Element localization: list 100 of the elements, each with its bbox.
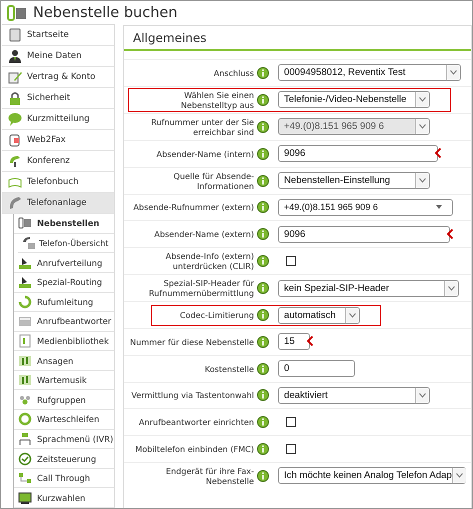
info-icon[interactable]: [257, 174, 269, 187]
chevron-down-icon: [419, 178, 426, 184]
sidebar-item[interactable]: Anrufverteilung: [14, 253, 114, 273]
field-label: Spezial-SIP-Header für Rufnummernübermittlung: [148, 278, 254, 298]
sidebar-item[interactable]: Sprachmenü (IVR): [14, 430, 114, 450]
chevron-down-icon: [456, 473, 463, 478]
field-label: Rufnummer unter der Sie erreichbar sind: [150, 116, 254, 137]
field-label: Absender-Name (extern): [153, 229, 254, 240]
dropdown[interactable]: kein Spezial-SIP-Header: [278, 280, 459, 297]
sidebar-item[interactable]: Rufumleitung: [14, 292, 114, 312]
dropdown[interactable]: deaktiviert: [278, 386, 430, 404]
field-label: Quelle für Absende-Informationen: [172, 170, 254, 191]
sidebar-item[interactable]: Startseite: [2, 25, 114, 46]
sidebar-item[interactable]: Medienbibliothek: [14, 332, 114, 352]
chevron-down-icon: [349, 312, 356, 318]
sidebar-item[interactable]: Wartemusik: [14, 370, 114, 390]
music-icon: [18, 373, 32, 388]
dropdown[interactable]: automatisch: [278, 306, 360, 324]
sidebar-item[interactable]: Nebenstellen: [14, 214, 114, 234]
field-label: Nummer für diese Nebenstelle: [129, 336, 254, 347]
sidebar-item[interactable]: Web2Fax: [2, 130, 114, 152]
menu-tree-icon: [18, 432, 32, 446]
field-label: Codec-Limitierung: [178, 310, 254, 320]
sidebar-item[interactable]: Sicherheit: [2, 88, 114, 110]
sidebar-item[interactable]: Konferenz: [2, 151, 114, 172]
document-pen-icon: [8, 70, 22, 84]
lock-icon: [8, 91, 22, 106]
sidebar-item[interactable]: Ansagen: [14, 351, 114, 371]
phone-icon: [8, 154, 22, 168]
info-icon[interactable]: [257, 362, 269, 375]
info-icon[interactable]: [257, 94, 269, 106]
music-icon: [18, 354, 32, 368]
sidebar-item[interactable]: Rufgruppen: [14, 390, 114, 410]
field-label: Absender-Name (intern): [156, 148, 254, 159]
input-field[interactable]: 15: [278, 333, 310, 350]
info-icon[interactable]: [257, 443, 269, 456]
extension-icon: [18, 216, 32, 230]
checkbox[interactable]: [286, 256, 296, 266]
field-label: Wählen Sie einen Nebenstelltyp aus: [180, 90, 254, 110]
info-icon[interactable]: [257, 255, 269, 268]
info-icon[interactable]: [257, 148, 269, 160]
sidebar-item[interactable]: Vertrag & Konto: [2, 67, 114, 88]
sidebar-item[interactable]: Telefonanlage: [2, 193, 114, 214]
field-label: Mobiltelefon einbinden (FMC): [134, 444, 254, 454]
info-icon[interactable]: [257, 389, 269, 402]
sidebar-item[interactable]: Telefon-Übersicht: [18, 234, 114, 254]
info-icon[interactable]: [257, 201, 269, 214]
sidebar-item[interactable]: Spezial-Routing: [14, 272, 114, 293]
dropdown[interactable]: Nebenstellen-Einstellung: [278, 172, 430, 190]
chevron-down-icon: [419, 124, 426, 130]
loop-icon: [18, 412, 32, 426]
checkbox[interactable]: [286, 444, 296, 454]
info-icon[interactable]: [257, 470, 269, 482]
arrow-icon: [18, 256, 32, 270]
field-label: Anrufbeantworter einrichten: [138, 417, 254, 428]
dropdown[interactable]: Telefonie-/Video-Nebenstelle: [278, 91, 430, 108]
speech-bubble-icon: [8, 112, 22, 126]
info-icon[interactable]: [257, 336, 269, 348]
input-field[interactable]: 9096: [278, 226, 450, 243]
sidebar-item[interactable]: Zeitsteuerung: [14, 449, 114, 469]
chevron-down-icon: [419, 392, 426, 398]
info-icon[interactable]: [257, 309, 269, 322]
sidebar-item[interactable]: Call Through: [14, 468, 114, 488]
arrow-icon: [18, 275, 32, 290]
person-icon: [8, 49, 22, 64]
field-label: Absende-Info (extern) unterdrücken (CLIR): [164, 251, 254, 272]
section-title: Allgemeines: [124, 26, 471, 51]
field-label: Absende-Rufnummer (extern): [132, 202, 254, 212]
window-title: Nebenstelle buchen: [33, 4, 178, 20]
caret-icon: [436, 204, 444, 210]
combo-box[interactable]: +49.(0)8.151 965 909 6: [278, 198, 453, 216]
media-icon: [18, 334, 32, 348]
info-icon[interactable]: [257, 282, 269, 294]
sidebar-item[interactable]: Meine Daten: [2, 46, 114, 68]
answering-machine-icon: [18, 314, 32, 328]
sidebar-item[interactable]: Kurzmitteilung: [2, 109, 114, 130]
sidebar-item[interactable]: Kurzwahlen: [14, 488, 114, 508]
dropdown[interactable]: 00094958012, Reventix Test: [278, 64, 461, 82]
info-icon[interactable]: [257, 228, 269, 240]
info-icon[interactable]: [257, 66, 269, 79]
handset-icon: [8, 196, 22, 210]
input-field[interactable]: 0: [278, 360, 355, 378]
chevron-down-icon: [419, 97, 426, 102]
sidebar-item[interactable]: Warteschleifen: [14, 410, 114, 430]
extension-icon: [7, 4, 27, 20]
book-icon: [8, 175, 22, 190]
field-label: Anschluss: [212, 68, 254, 78]
field-label: Vermittlung via Tastentonwahl: [130, 390, 254, 400]
chevron-down-icon: [448, 286, 455, 291]
input-field[interactable]: 9096: [278, 145, 438, 162]
page-icon: [8, 28, 22, 42]
field-label: Endgerät für ihre Fax-Nebenstelle: [164, 466, 254, 486]
phone-list-icon: [22, 236, 36, 250]
dropdown[interactable]: Ich möchte keinen Analog Telefon Adap: [278, 467, 466, 484]
checkbox[interactable]: [286, 417, 296, 428]
chevron-down-icon: [450, 70, 457, 76]
connection-icon: [18, 471, 32, 486]
sidebar-item[interactable]: Anrufbeantworter: [14, 312, 114, 332]
field-label: Kostenstelle: [204, 364, 254, 374]
info-icon[interactable]: [257, 416, 269, 428]
